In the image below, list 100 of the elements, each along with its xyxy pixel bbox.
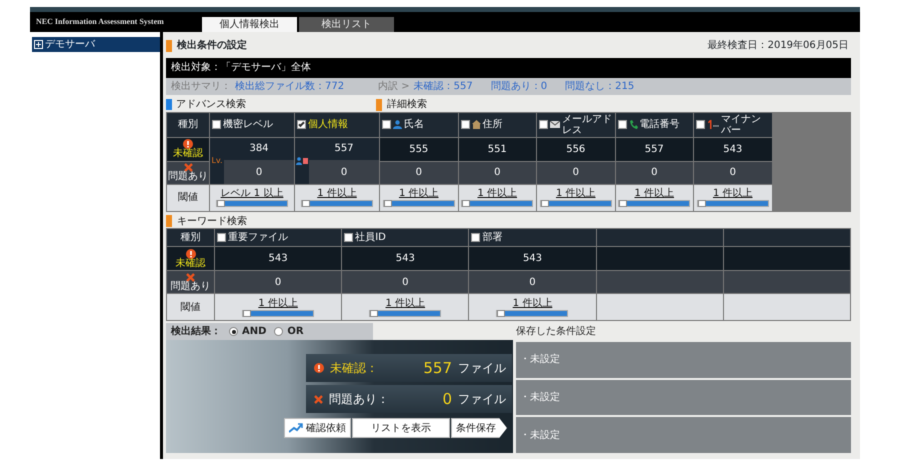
threshold-label[interactable]: 1 件以上: [398, 188, 439, 199]
count-cell: 543: [215, 247, 342, 270]
row-label: 未確認: [176, 258, 206, 268]
slider-track[interactable]: [496, 310, 568, 316]
section-title: 詳細検索: [387, 98, 427, 112]
row-label: 問題あり: [168, 172, 208, 182]
checkbox[interactable]: [344, 233, 354, 242]
slider-track[interactable]: [618, 200, 690, 207]
phone-icon: [628, 120, 638, 129]
count-cell: 555: [380, 138, 458, 160]
radio-option[interactable]: OR: [274, 324, 304, 339]
checkbox[interactable]: [382, 120, 391, 129]
breakdown-count: 問題あり：0: [490, 80, 548, 94]
checkbox[interactable]: [297, 120, 306, 129]
checkbox[interactable]: [539, 120, 548, 129]
slider-thumb[interactable]: [540, 200, 549, 207]
nav-tab[interactable]: 検出リスト: [299, 17, 394, 32]
count-cell: 0: [215, 271, 342, 293]
row-label: 種別: [167, 229, 214, 246]
count-cell: 0: [694, 162, 772, 184]
slider-track[interactable]: [301, 200, 373, 207]
page-title: 検出条件の設定: [177, 38, 247, 53]
threshold-label[interactable]: 1 件以上: [258, 298, 298, 308]
threshold-label[interactable]: 1 件以上: [556, 188, 596, 199]
slider-thumb[interactable]: [243, 310, 252, 316]
checkbox[interactable]: [618, 120, 626, 129]
saved-condition-slot[interactable]: ・未設定: [516, 417, 851, 454]
slider-track[interactable]: [696, 200, 769, 207]
saved-conditions-title: 保存した条件設定: [516, 324, 597, 339]
tree-item[interactable]: デモサーバ: [32, 37, 160, 52]
checkbox[interactable]: [460, 120, 470, 129]
threshold-label[interactable]: 1 件以上: [512, 298, 552, 308]
threshold-label[interactable]: 1 件以上: [712, 188, 753, 199]
count-cell: 0: [469, 271, 596, 293]
count-cell: 384: [224, 138, 294, 160]
slider-track[interactable]: [382, 200, 455, 207]
column-label: メールアドレス: [562, 114, 612, 136]
column-label: 氏名: [404, 119, 424, 130]
slider-thumb[interactable]: [302, 200, 310, 207]
checkbox[interactable]: [471, 233, 480, 242]
slider-track[interactable]: [540, 200, 612, 207]
count-cell: 551: [458, 138, 536, 160]
slider-track[interactable]: [461, 200, 534, 207]
slider-thumb[interactable]: [217, 200, 225, 207]
threshold-label[interactable]: 1 件以上: [317, 188, 357, 199]
threshold-label[interactable]: 1 件以上: [386, 298, 426, 308]
radio-option[interactable]: AND: [229, 324, 266, 339]
column-label: 部署: [482, 232, 502, 243]
house-icon: [472, 120, 480, 129]
plus-box-icon: [34, 40, 43, 49]
column-label: 重要ファイル: [228, 232, 288, 243]
slider-thumb[interactable]: [497, 310, 506, 316]
section-title: キーワード検索: [177, 214, 247, 228]
checkbox[interactable]: [217, 233, 226, 242]
person-card-icon: [296, 156, 308, 164]
count-cell-text: 0: [340, 166, 348, 180]
column-label: 電話番号: [640, 119, 680, 130]
checkbox[interactable]: [696, 120, 705, 129]
nav-tab[interactable]: 個人情報検出: [202, 17, 297, 32]
slider-thumb[interactable]: [462, 200, 470, 207]
slider-track[interactable]: [242, 310, 314, 316]
person-icon: [393, 120, 402, 129]
cross-icon: [186, 272, 195, 282]
save-button[interactable]: 条件保存: [451, 418, 507, 438]
count-cell: 543: [469, 247, 596, 270]
count-label: 問題あり：: [329, 391, 389, 408]
threshold-label[interactable]: レベル 1 以上: [220, 188, 284, 199]
count-cell: 557: [616, 138, 693, 160]
slider-thumb[interactable]: [619, 200, 628, 207]
result-label: 検出結果：: [171, 324, 221, 339]
section-marker: [166, 215, 172, 227]
show-list-button[interactable]: リストを表示: [352, 418, 450, 438]
level-marker: Lv.: [210, 138, 224, 184]
slider-thumb[interactable]: [370, 310, 378, 316]
section-marker: [376, 98, 382, 110]
breakdown-count: 問題なし：215: [565, 80, 634, 94]
app-title: NEC Information Assessment System: [35, 18, 165, 28]
saved-condition-slot[interactable]: ・未設定: [516, 380, 851, 416]
count-cell: 0: [380, 162, 458, 184]
count-cell-text: 0: [254, 166, 264, 180]
slider-track[interactable]: [216, 200, 288, 207]
column-label: マイナンバー: [721, 114, 762, 136]
section-title: アドバンス検索: [176, 98, 246, 112]
slider-thumb[interactable]: [384, 200, 392, 207]
saved-condition-slot[interactable]: ・未設定: [516, 342, 851, 378]
column-label: 住所: [482, 119, 502, 130]
unit-label: ファイル: [458, 360, 506, 377]
threshold-label[interactable]: 1 件以上: [634, 188, 674, 199]
request-button[interactable]: 確認依頼: [284, 418, 351, 438]
section-marker: [166, 99, 172, 110]
exclamation-icon: [183, 139, 193, 149]
row-label: 問題あり: [170, 282, 210, 292]
threshold-label[interactable]: 1 件以上: [477, 188, 518, 199]
heading-marker: [166, 40, 172, 52]
checkbox[interactable]: [212, 120, 221, 129]
slider-track[interactable]: [369, 310, 442, 316]
unit-label: ファイル: [458, 391, 506, 408]
slider-thumb[interactable]: [698, 200, 706, 207]
total-count: 検出総ファイル数：772: [235, 80, 344, 94]
count-cell: 0: [537, 162, 614, 184]
